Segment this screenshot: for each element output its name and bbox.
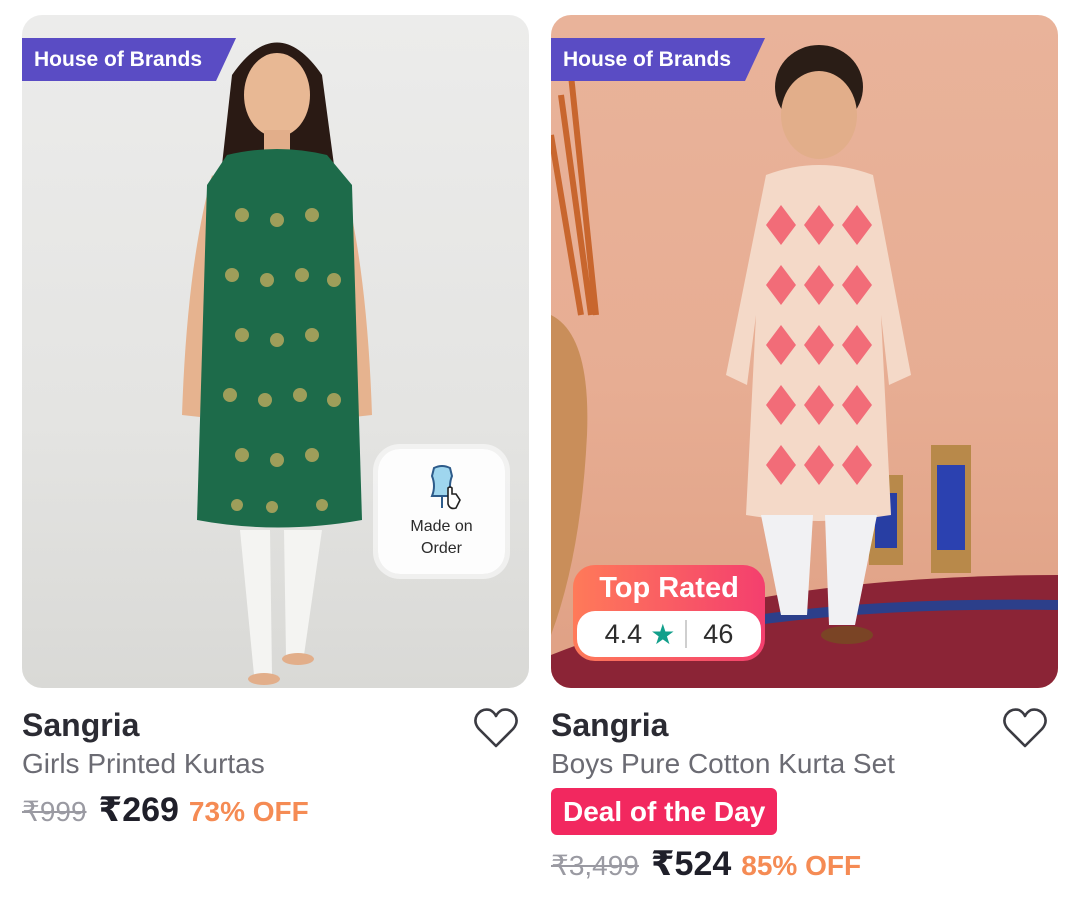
original-price: ₹999 xyxy=(22,796,87,827)
brand-name: Sangria xyxy=(22,707,140,743)
product-photo-girl-kurta xyxy=(182,42,372,685)
product-image[interactable]: House of Brands Made on Order xyxy=(22,15,529,688)
top-rated-badge: Top Rated 4.4 ★ 46 xyxy=(573,565,765,661)
rating-value: 4.4 xyxy=(604,618,643,649)
brand-name: Sangria xyxy=(551,707,669,743)
star-icon: ★ xyxy=(650,618,676,650)
top-rated-label: Top Rated xyxy=(599,572,739,604)
selling-price: ₹269 xyxy=(98,791,179,829)
rating-divider xyxy=(685,620,688,648)
product-name[interactable]: Girls Printed Kurtas xyxy=(22,748,265,780)
discount-label: 73% OFF xyxy=(188,796,309,827)
discount-label: 85% OFF xyxy=(741,850,862,881)
heart-icon[interactable] xyxy=(1002,707,1048,749)
price-row: ₹3,499 ₹524 85% OFF xyxy=(551,844,861,884)
house-of-brands-tag: House of Brands xyxy=(551,38,765,81)
price-row: ₹999 ₹269 73% OFF xyxy=(22,790,309,830)
heart-icon[interactable] xyxy=(473,707,519,749)
made-on-order-label: Made on Order xyxy=(410,517,473,557)
original-price: ₹3,499 xyxy=(551,850,639,881)
rating-count: 46 xyxy=(703,618,734,649)
deal-of-the-day-badge: Deal of the Day xyxy=(551,788,778,835)
rating-row: 4.4 ★ 46 xyxy=(577,611,761,657)
selling-price: ₹524 xyxy=(650,845,732,883)
product-name[interactable]: Boys Pure Cotton Kurta Set xyxy=(551,748,895,780)
mannequin-icon xyxy=(430,464,461,509)
house-of-brands-tag: House of Brands xyxy=(22,38,236,81)
product-image[interactable]: House of Brands Top Rated 4.4 ★ 46 xyxy=(551,15,1058,688)
product-card-girls-kurta[interactable]: House of Brands Made on Order Sangria Gi… xyxy=(22,15,529,898)
product-card-boys-kurta-set[interactable]: House of Brands Top Rated 4.4 ★ 46 Sangr… xyxy=(551,15,1058,898)
made-on-order-badge: Made on Order xyxy=(378,449,505,574)
